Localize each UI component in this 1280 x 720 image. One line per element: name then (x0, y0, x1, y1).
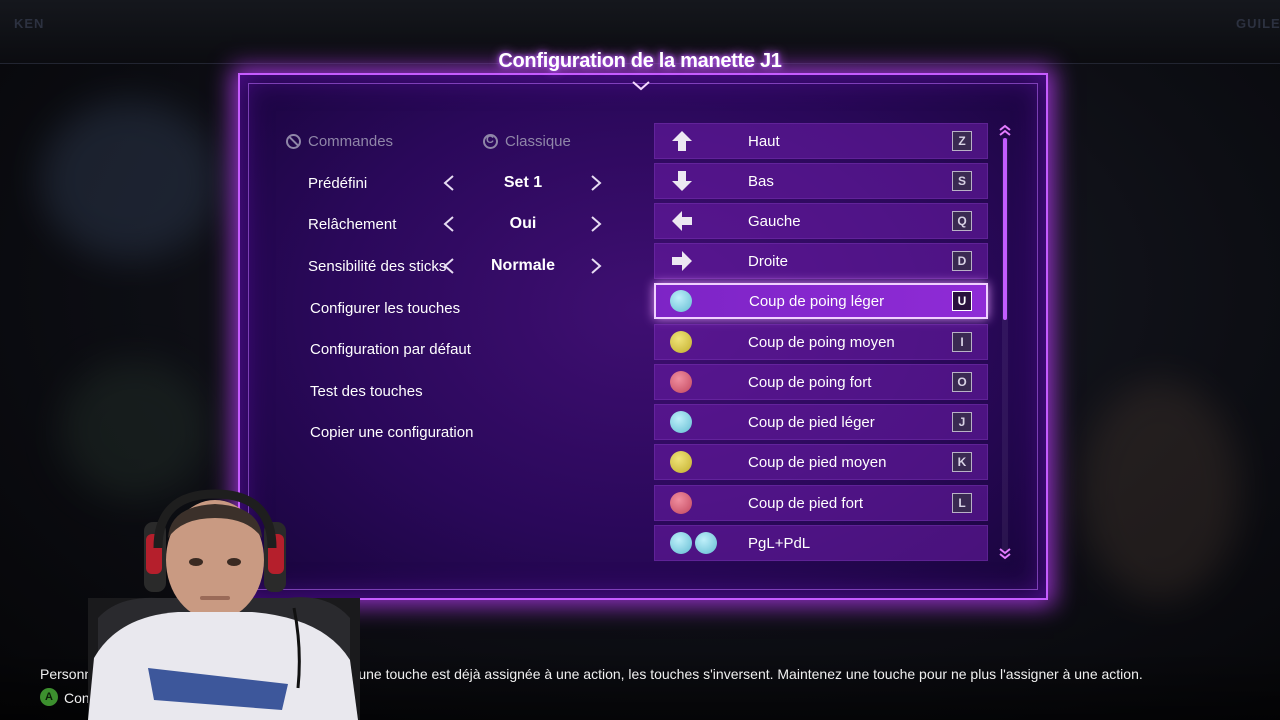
key-binding: J (952, 412, 972, 432)
key-binding: L (952, 493, 972, 513)
key-binding: K (952, 452, 972, 472)
key-action-label: Bas (748, 172, 774, 190)
background-shape (60, 360, 210, 500)
setting-stick-sensitivity[interactable]: Sensibilité des sticks (308, 248, 446, 284)
footer-confirm-text: Con (64, 690, 90, 706)
scroll-up-icon[interactable] (998, 124, 1012, 136)
dialog-title-wrap: Configuration de la manette J1 (0, 44, 1280, 79)
key-action-label: Coup de pied fort (748, 494, 864, 512)
hud-player-left: KEN (14, 16, 45, 31)
heavy-punch-icon (670, 371, 692, 393)
disabled-icon (286, 133, 301, 149)
key-row-heavy-kick[interactable]: Coup de pied fort L (654, 485, 988, 521)
background-shape (40, 100, 220, 260)
arrow-left-icon (672, 211, 692, 231)
dialog-title: Configuration de la manette J1 (498, 50, 782, 72)
menu-item-label: Configurer les touches (310, 299, 461, 317)
key-action-label: Droite (748, 252, 789, 270)
setting-value: Oui (509, 215, 537, 232)
key-list-scroll-thumb[interactable] (1003, 138, 1007, 320)
key-row-medium-punch[interactable]: Coup de poing moyen I (654, 324, 988, 360)
key-action-label: Gauche (748, 212, 801, 230)
key-binding: D (952, 251, 972, 271)
webcam-overlay (88, 489, 360, 720)
chevron-right-icon[interactable] (590, 258, 602, 274)
commands-mode: Classique (483, 123, 571, 159)
menu-default-config[interactable]: Configuration par défaut (310, 331, 471, 367)
key-binding: Z (952, 131, 972, 151)
scroll-down-icon[interactable] (998, 548, 1012, 560)
classic-mode-icon (483, 133, 498, 149)
setting-preset[interactable]: Prédéfini (308, 165, 367, 201)
commands-header-label: Commandes (308, 132, 394, 150)
chevron-right-icon[interactable] (590, 216, 602, 232)
key-row-right[interactable]: Droite D (654, 243, 988, 279)
heavy-kick-icon (670, 492, 692, 514)
title-chevron-icon (632, 81, 650, 91)
light-punch-icon (670, 290, 692, 312)
light-kick-icon (670, 411, 692, 433)
key-row-down[interactable]: Bas S (654, 163, 988, 199)
key-binding: O (952, 372, 972, 392)
light-kick-icon (695, 532, 717, 554)
arrow-up-icon (672, 131, 692, 151)
key-action-label: Coup de poing moyen (748, 333, 895, 351)
setting-value: Normale (490, 257, 556, 274)
setting-value: Set 1 (503, 174, 543, 191)
key-binding: S (952, 171, 972, 191)
key-binding: I (952, 332, 972, 352)
key-row-medium-kick[interactable]: Coup de pied moyen K (654, 444, 988, 480)
key-row-up[interactable]: Haut Z (654, 123, 988, 159)
key-action-label: Coup de pied léger (748, 413, 875, 431)
chevron-left-icon[interactable] (443, 258, 455, 274)
key-action-label: Coup de poing léger (749, 292, 885, 310)
commands-mode-label: Classique (505, 132, 571, 150)
key-action-label: Coup de pied moyen (748, 453, 887, 471)
key-row-heavy-punch[interactable]: Coup de poing fort O (654, 364, 988, 400)
footer-help-text: Si une touche est déjà assignée à une ac… (342, 666, 1143, 682)
setting-label: Prédéfini (308, 174, 368, 192)
setting-label: Relâchement (308, 215, 397, 233)
key-row-left[interactable]: Gauche Q (654, 203, 988, 239)
key-action-label: Haut (748, 132, 780, 150)
menu-item-label: Configuration par défaut (310, 340, 471, 358)
chevron-left-icon[interactable] (443, 175, 455, 191)
arrow-down-icon (672, 171, 692, 191)
menu-copy-config[interactable]: Copier une configuration (310, 414, 473, 450)
a-button-icon: A (40, 688, 58, 706)
menu-button-test[interactable]: Test des touches (310, 373, 423, 409)
setting-label: Sensibilité des sticks (308, 257, 447, 275)
key-binding: Q (952, 211, 972, 231)
key-binding: U (952, 291, 972, 311)
key-action-label: PgL+PdL (748, 534, 811, 552)
key-row-lp-lk[interactable]: PgL+PdL (654, 525, 988, 561)
key-row-light-punch[interactable]: Coup de poing léger U (654, 283, 988, 319)
commands-header: Commandes (286, 123, 393, 159)
light-punch-icon (670, 532, 692, 554)
background-shape (1080, 380, 1240, 600)
arrow-right-icon (672, 251, 692, 271)
chevron-left-icon[interactable] (443, 216, 455, 232)
medium-punch-icon (670, 331, 692, 353)
hud-player-right: GUILE (1236, 16, 1280, 31)
menu-item-label: Copier une configuration (310, 423, 474, 441)
key-row-light-kick[interactable]: Coup de pied léger J (654, 404, 988, 440)
setting-release[interactable]: Relâchement (308, 206, 396, 242)
menu-item-label: Test des touches (310, 382, 423, 400)
key-action-label: Coup de poing fort (748, 373, 872, 391)
menu-configure-buttons[interactable]: Configurer les touches (310, 290, 460, 326)
chevron-right-icon[interactable] (590, 175, 602, 191)
medium-kick-icon (670, 451, 692, 473)
